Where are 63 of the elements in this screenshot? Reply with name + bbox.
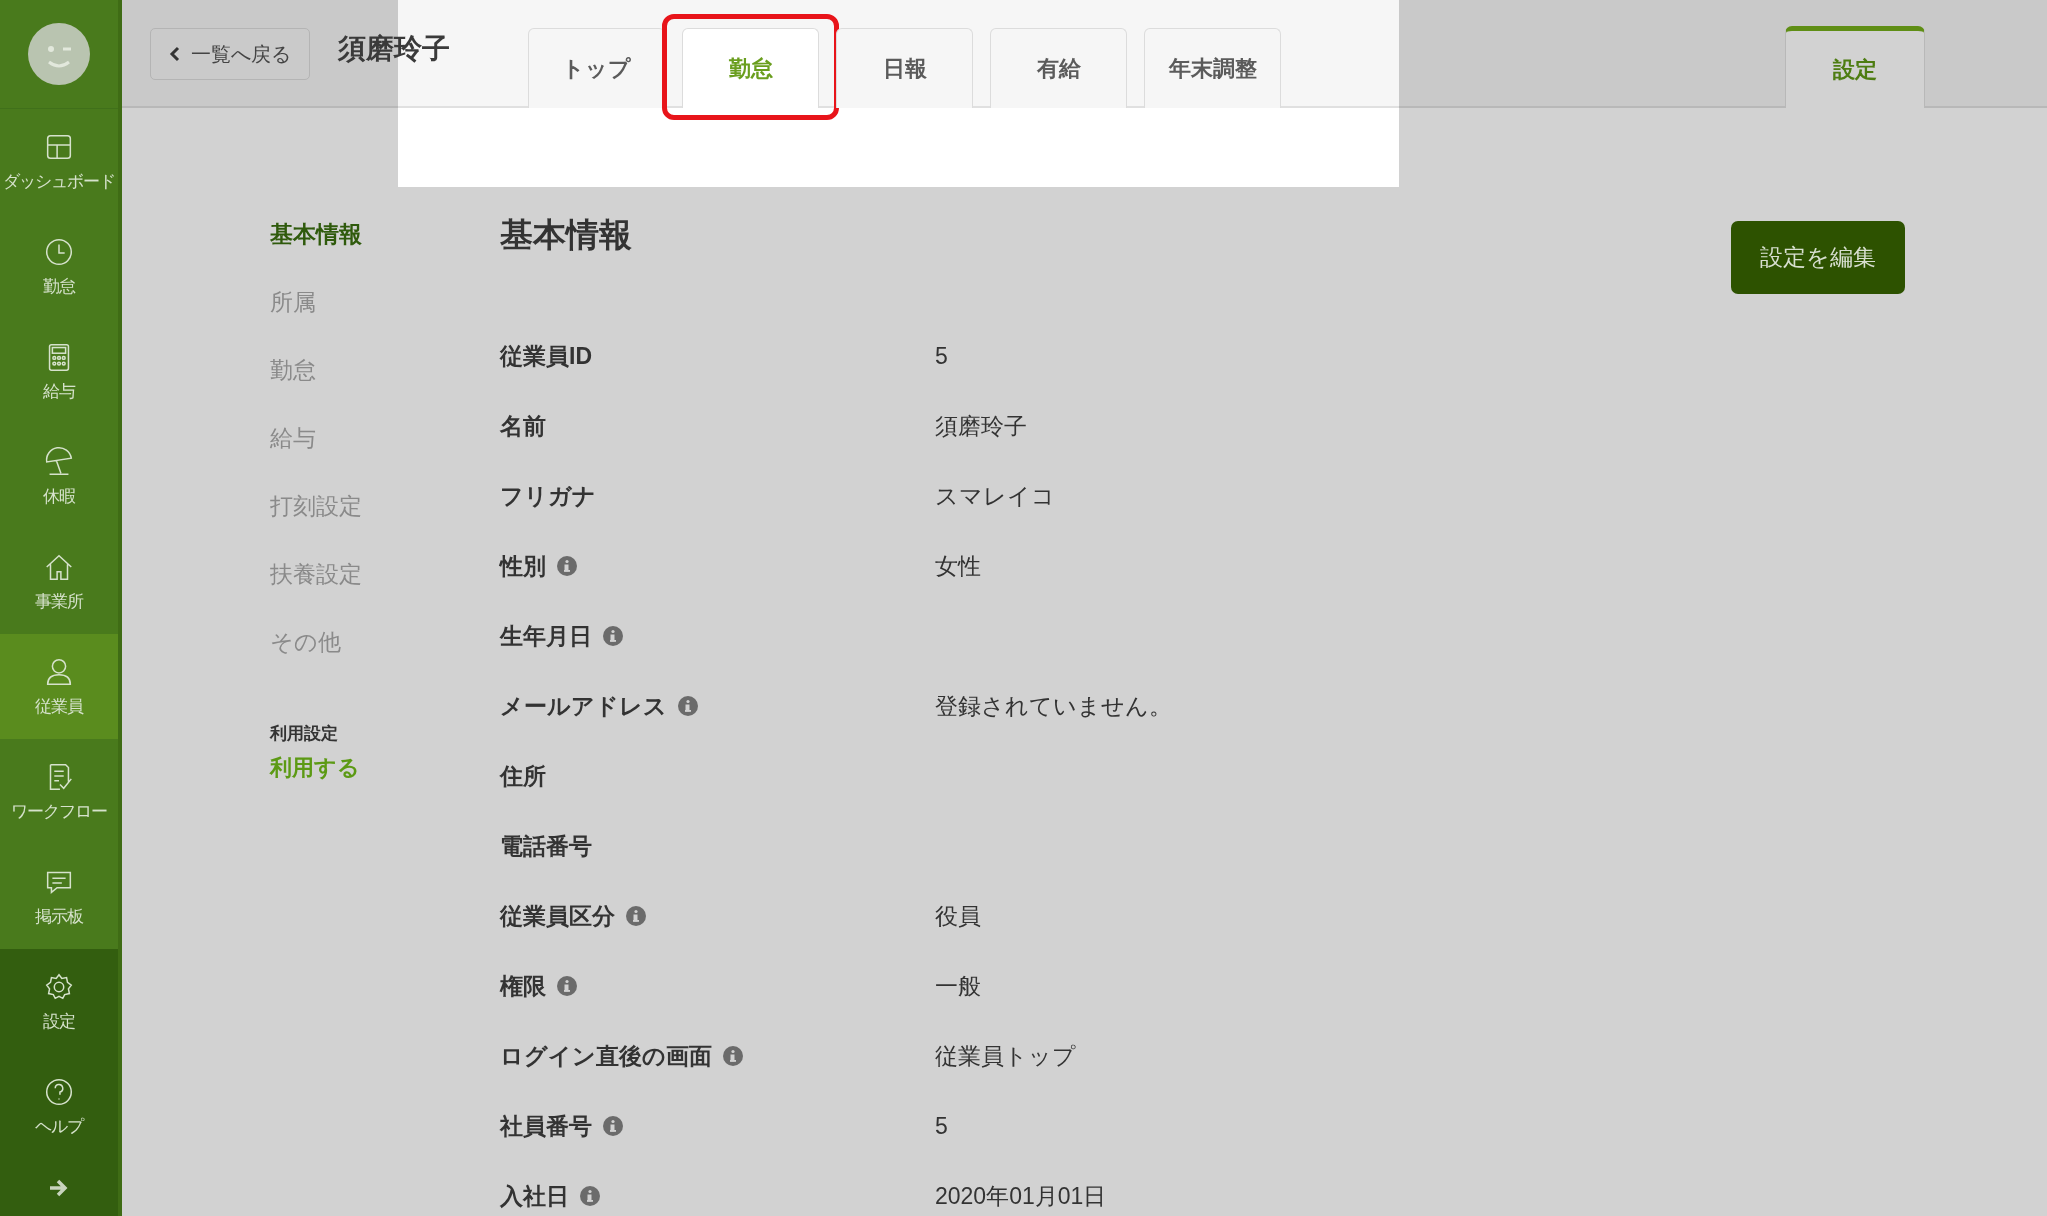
field-value: 5 bbox=[935, 342, 948, 370]
field-label: 従業員区分 bbox=[500, 901, 615, 931]
tab[interactable]: トップ bbox=[528, 28, 665, 108]
subnav-link[interactable]: 扶養設定 bbox=[270, 540, 500, 608]
usage-label: 利用設定 bbox=[270, 723, 339, 745]
field-label: ログイン直後の画面 bbox=[500, 1041, 712, 1071]
sidebar-item[interactable]: 従業員 bbox=[0, 634, 118, 739]
back-button[interactable]: 一覧へ戻る bbox=[150, 28, 310, 80]
field-value: スマレイコ bbox=[935, 481, 1055, 511]
tab[interactable]: 日報 bbox=[836, 28, 973, 108]
info-icon[interactable] bbox=[602, 625, 624, 647]
info-icon[interactable] bbox=[556, 975, 578, 997]
field-value: 5 bbox=[935, 1112, 948, 1140]
info-icon[interactable] bbox=[722, 1045, 744, 1067]
subnav-link[interactable]: 所属 bbox=[270, 268, 500, 336]
field-value: 一般 bbox=[935, 971, 981, 1001]
field-label: メールアドレス bbox=[500, 691, 667, 721]
subnav-link[interactable]: その他 bbox=[270, 608, 500, 676]
employee-name: 須磨玲子 bbox=[338, 32, 450, 66]
field-label: 住所 bbox=[500, 761, 546, 791]
sidebar-item[interactable]: 事業所 bbox=[0, 529, 118, 634]
field-value: 女性 bbox=[935, 551, 981, 581]
subnav-link[interactable]: 基本情報 bbox=[270, 200, 500, 268]
subnav-link[interactable]: 打刻設定 bbox=[270, 472, 500, 540]
info-icon[interactable] bbox=[556, 555, 578, 577]
sidebar-item[interactable]: ヘルプ bbox=[0, 1054, 118, 1159]
field-value: 登録されていません。 bbox=[935, 691, 1172, 721]
field-value: 須磨玲子 bbox=[935, 411, 1027, 441]
avatar-icon[interactable] bbox=[27, 22, 91, 86]
arrow-right-icon[interactable] bbox=[48, 1178, 70, 1198]
field-value: 役員 bbox=[935, 901, 981, 931]
field-label: 名前 bbox=[500, 411, 546, 441]
sidebar-item[interactable]: 給与 bbox=[0, 319, 118, 424]
edit-settings-button[interactable]: 設定を編集 bbox=[1731, 221, 1905, 294]
subnav-link[interactable]: 給与 bbox=[270, 404, 500, 472]
sidebar-item[interactable]: 掲示板 bbox=[0, 844, 118, 949]
sidebar-item[interactable]: 休暇 bbox=[0, 424, 118, 529]
field-value: 2020年01月01日 bbox=[935, 1181, 1107, 1211]
tab[interactable]: 年末調整 bbox=[1144, 28, 1281, 108]
sidebar-item[interactable]: 勤怠 bbox=[0, 214, 118, 319]
sidebar-item[interactable]: ワークフロー bbox=[0, 739, 118, 844]
subnav-link[interactable]: 勤怠 bbox=[270, 336, 500, 404]
field-label: 電話番号 bbox=[500, 831, 592, 861]
info-icon[interactable] bbox=[677, 695, 699, 717]
info-icon[interactable] bbox=[579, 1185, 601, 1207]
usage-value: 利用する bbox=[270, 754, 361, 782]
section-title: 基本情報 bbox=[500, 215, 632, 255]
info-icon[interactable] bbox=[602, 1115, 624, 1137]
tab[interactable]: 有給 bbox=[990, 28, 1127, 108]
sidebar-item[interactable]: ダッシュボード bbox=[0, 109, 118, 214]
field-label: 入社日 bbox=[500, 1181, 569, 1211]
chevron-left-icon bbox=[169, 46, 181, 62]
settings-tab[interactable]: 設定 bbox=[1785, 26, 1925, 108]
field-label: 権限 bbox=[500, 971, 546, 1001]
field-label: 社員番号 bbox=[500, 1111, 592, 1141]
field-label: フリガナ bbox=[500, 481, 596, 511]
sidebar-item[interactable]: 設定 bbox=[0, 949, 118, 1054]
field-label: 性別 bbox=[500, 551, 546, 581]
field-label: 生年月日 bbox=[500, 621, 592, 651]
field-label: 従業員ID bbox=[500, 341, 592, 371]
tab[interactable]: 勤怠 bbox=[682, 28, 819, 108]
info-icon[interactable] bbox=[625, 905, 647, 927]
field-value: 従業員トップ bbox=[935, 1041, 1076, 1071]
